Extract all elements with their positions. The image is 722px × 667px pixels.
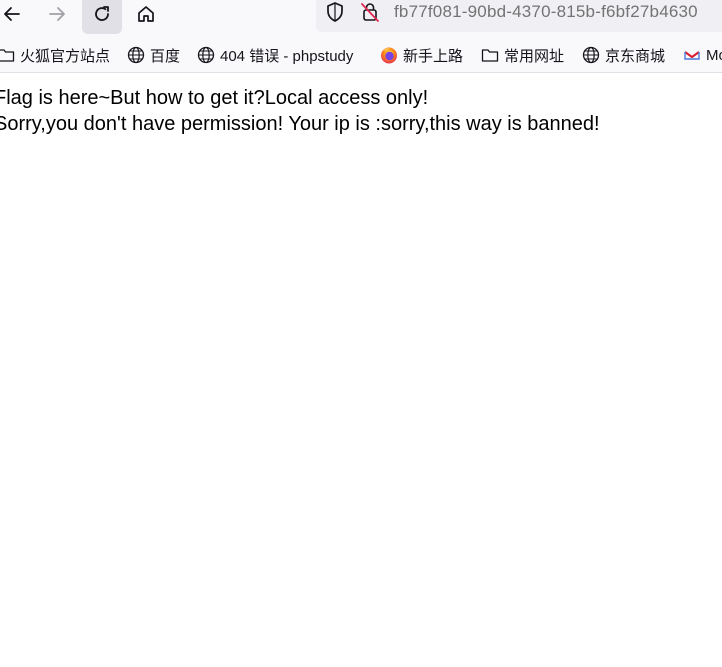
- firefox-icon: [381, 47, 397, 64]
- bookmark-common-sites[interactable]: 常用网址: [481, 45, 564, 65]
- flag-message: Flag is here~But how to get it?Local acc…: [0, 87, 429, 109]
- reload-button[interactable]: [82, 0, 122, 34]
- navigation-toolbar: fb77f081-90bd-4370-815b-f6bf27b4630: [0, 0, 722, 38]
- address-bar[interactable]: fb77f081-90bd-4370-815b-f6bf27b4630: [316, 0, 722, 32]
- bookmark-jd-mall[interactable]: 京东商城: [582, 45, 665, 65]
- folder-icon: [0, 49, 15, 62]
- bookmark-phpstudy-404[interactable]: 404 错误 - phpstudy: [197, 45, 353, 65]
- arrow-right-icon: [49, 7, 65, 21]
- bookmark-label: 百度: [150, 47, 181, 65]
- forward-button[interactable]: [37, 0, 77, 34]
- globe-icon: [582, 46, 600, 64]
- bookmark-mo[interactable]: Mo: [683, 45, 722, 65]
- shield-icon[interactable]: [325, 1, 345, 23]
- bookmark-label: 火狐官方站点: [20, 47, 111, 65]
- permission-message: Sorry,you don't have permission! Your ip…: [0, 113, 600, 135]
- home-icon: [138, 6, 154, 22]
- bookmark-label: 京东商城: [605, 47, 666, 65]
- home-button[interactable]: [126, 0, 166, 34]
- globe-icon: [127, 46, 145, 64]
- reload-icon: [95, 6, 109, 21]
- folder-icon: [481, 49, 499, 62]
- insecure-lock-icon[interactable]: [360, 1, 380, 23]
- bookmarks-toolbar: 火狐官方站点 百度 404 错误 - phpstudy 新手上路 常用网址 京东…: [0, 38, 722, 73]
- globe-icon: [197, 46, 215, 64]
- back-button[interactable]: [0, 0, 32, 34]
- bookmark-label: 常用网址: [504, 47, 565, 65]
- browser-window: fb77f081-90bd-4370-815b-f6bf27b4630 火狐官方…: [0, 0, 722, 667]
- bookmark-getting-started[interactable]: 新手上路: [380, 45, 463, 65]
- page-body: Flag is here~But how to get it?Local acc…: [0, 85, 600, 137]
- bookmark-label: Mo: [706, 46, 722, 64]
- bookmark-label: 新手上路: [403, 47, 464, 65]
- bookmark-label: 404 错误 - phpstudy: [220, 47, 354, 65]
- arrow-left-icon: [4, 7, 20, 21]
- url-text[interactable]: fb77f081-90bd-4370-815b-f6bf27b4630: [394, 2, 698, 22]
- site-icon: [684, 51, 700, 60]
- bookmark-baidu[interactable]: 百度: [127, 45, 180, 65]
- bookmark-firefox-official[interactable]: 火狐官方站点: [0, 45, 110, 65]
